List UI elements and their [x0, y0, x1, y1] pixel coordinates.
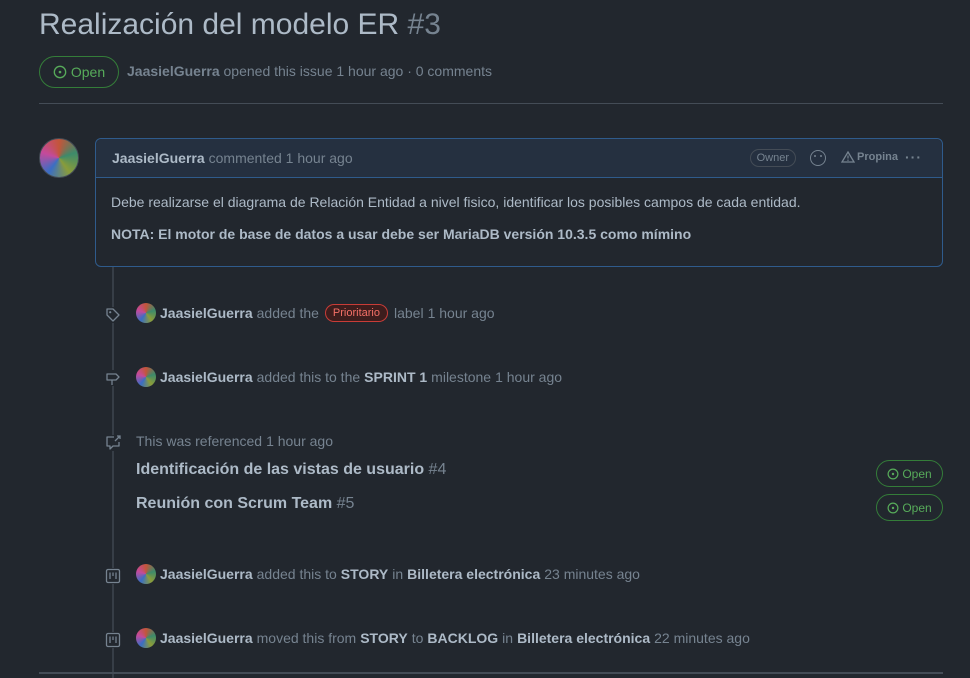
timeline-event-project-move: JaasielGuerra moved this from STORY to B…	[136, 627, 750, 649]
issue-number: #3	[407, 8, 441, 41]
reference-number: #4	[428, 461, 447, 478]
event-time[interactable]: 1 hour ago	[266, 433, 333, 449]
timeline-event-project-add: JaasielGuerra added this to STORY in Bil…	[136, 563, 640, 585]
event-avatar[interactable]	[136, 564, 156, 584]
cross-reference-icon	[105, 435, 121, 451]
reference-item[interactable]: Identificación de las vistas de usuario …	[136, 461, 446, 479]
event-text: milestone	[431, 369, 492, 385]
event-time[interactable]: 22 minutes ago	[654, 630, 750, 646]
comment-header: JaasielGuerra commented 1 hour ago Owner…	[96, 139, 942, 178]
reference-state-text: Open	[902, 466, 932, 481]
comment-options-icon[interactable]: ···	[905, 149, 922, 165]
event-text: added the	[256, 305, 319, 321]
issue-title: Realización del modelo ER #3	[39, 8, 441, 42]
issue-open-icon	[887, 502, 899, 513]
timeline-event-milestone: JaasielGuerra added this to the SPRINT 1…	[136, 366, 562, 388]
event-text: added this to the	[256, 369, 361, 385]
project-link[interactable]: Billetera electrónica	[407, 566, 540, 582]
timeline-line	[112, 267, 114, 678]
event-text: label	[394, 305, 424, 321]
project-link[interactable]: Billetera electrónica	[517, 630, 650, 646]
comment-author-link[interactable]: JaasielGuerra	[112, 150, 205, 166]
reference-number: #5	[336, 495, 355, 512]
project-icon	[105, 568, 121, 584]
event-avatar[interactable]	[136, 303, 156, 323]
tag-icon	[105, 307, 121, 323]
event-avatar[interactable]	[136, 628, 156, 648]
reference-title[interactable]: Identificación de las vistas de usuario	[136, 461, 424, 478]
event-avatar[interactable]	[136, 367, 156, 387]
event-user-link[interactable]: JaasielGuerra	[160, 566, 253, 582]
event-time[interactable]: 1 hour ago	[495, 369, 562, 385]
project-column-to: BACKLOG	[427, 630, 499, 646]
add-reaction-icon[interactable]	[810, 150, 826, 166]
warning-triangle-icon	[841, 151, 856, 163]
event-user-link[interactable]: JaasielGuerra	[160, 305, 253, 321]
event-user-link[interactable]: JaasielGuerra	[160, 369, 253, 385]
event-time[interactable]: 23 minutes ago	[544, 566, 640, 582]
reference-state-badge: Open	[876, 494, 943, 521]
event-text: to	[411, 630, 424, 646]
comment-timestamp[interactable]: commented 1 hour ago	[209, 150, 353, 166]
project-column: STORY	[340, 566, 389, 582]
header-divider	[39, 103, 943, 104]
propina-button[interactable]: Propina	[841, 151, 898, 163]
event-text: in	[392, 566, 404, 582]
issue-state-badge: Open	[39, 56, 119, 88]
milestone-icon	[105, 370, 121, 386]
reference-title[interactable]: Reunión con Scrum Team	[136, 495, 332, 512]
propina-label: Propina	[857, 151, 898, 163]
issue-meta-text: opened this issue 1 hour ago · 0 comment…	[223, 63, 493, 79]
comment-box: JaasielGuerra commented 1 hour ago Owner…	[95, 138, 943, 267]
milestone-link[interactable]: SPRINT 1	[364, 369, 427, 385]
timeline-bottom-divider	[39, 672, 943, 674]
reference-item[interactable]: Reunión con Scrum Team #5	[136, 495, 354, 513]
event-text: This was referenced	[136, 433, 263, 449]
issue-author-link[interactable]: JaasielGuerra	[127, 63, 220, 79]
label-prioritario[interactable]: Prioritario	[324, 304, 388, 322]
issue-open-icon	[53, 65, 67, 79]
reference-state-text: Open	[902, 500, 932, 515]
event-text: added this to	[256, 566, 337, 582]
owner-badge: Owner	[749, 149, 796, 167]
event-text: moved this from	[256, 630, 357, 646]
comment-body: Debe realizarse el diagrama de Relación …	[96, 178, 942, 274]
comment-author-avatar[interactable]	[39, 138, 79, 178]
timeline-event-label: JaasielGuerra added the Prioritario labe…	[136, 302, 495, 324]
issue-state-text: Open	[70, 64, 106, 80]
timeline-event-referenced: This was referenced 1 hour ago	[136, 430, 333, 452]
project-icon	[105, 632, 121, 648]
event-time[interactable]: 1 hour ago	[428, 305, 495, 321]
event-user-link[interactable]: JaasielGuerra	[160, 630, 253, 646]
comment-paragraph: Debe realizarse el diagrama de Relación …	[111, 194, 801, 210]
project-column-from: STORY	[360, 630, 408, 646]
event-text: in	[502, 630, 514, 646]
issue-open-icon	[887, 468, 899, 479]
comment-note: NOTA: El motor de base de datos a usar d…	[111, 226, 692, 242]
issue-title-text: Realización del modelo ER	[39, 8, 400, 41]
issue-meta: JaasielGuerra opened this issue 1 hour a…	[127, 63, 492, 79]
reference-state-badge: Open	[876, 460, 943, 487]
